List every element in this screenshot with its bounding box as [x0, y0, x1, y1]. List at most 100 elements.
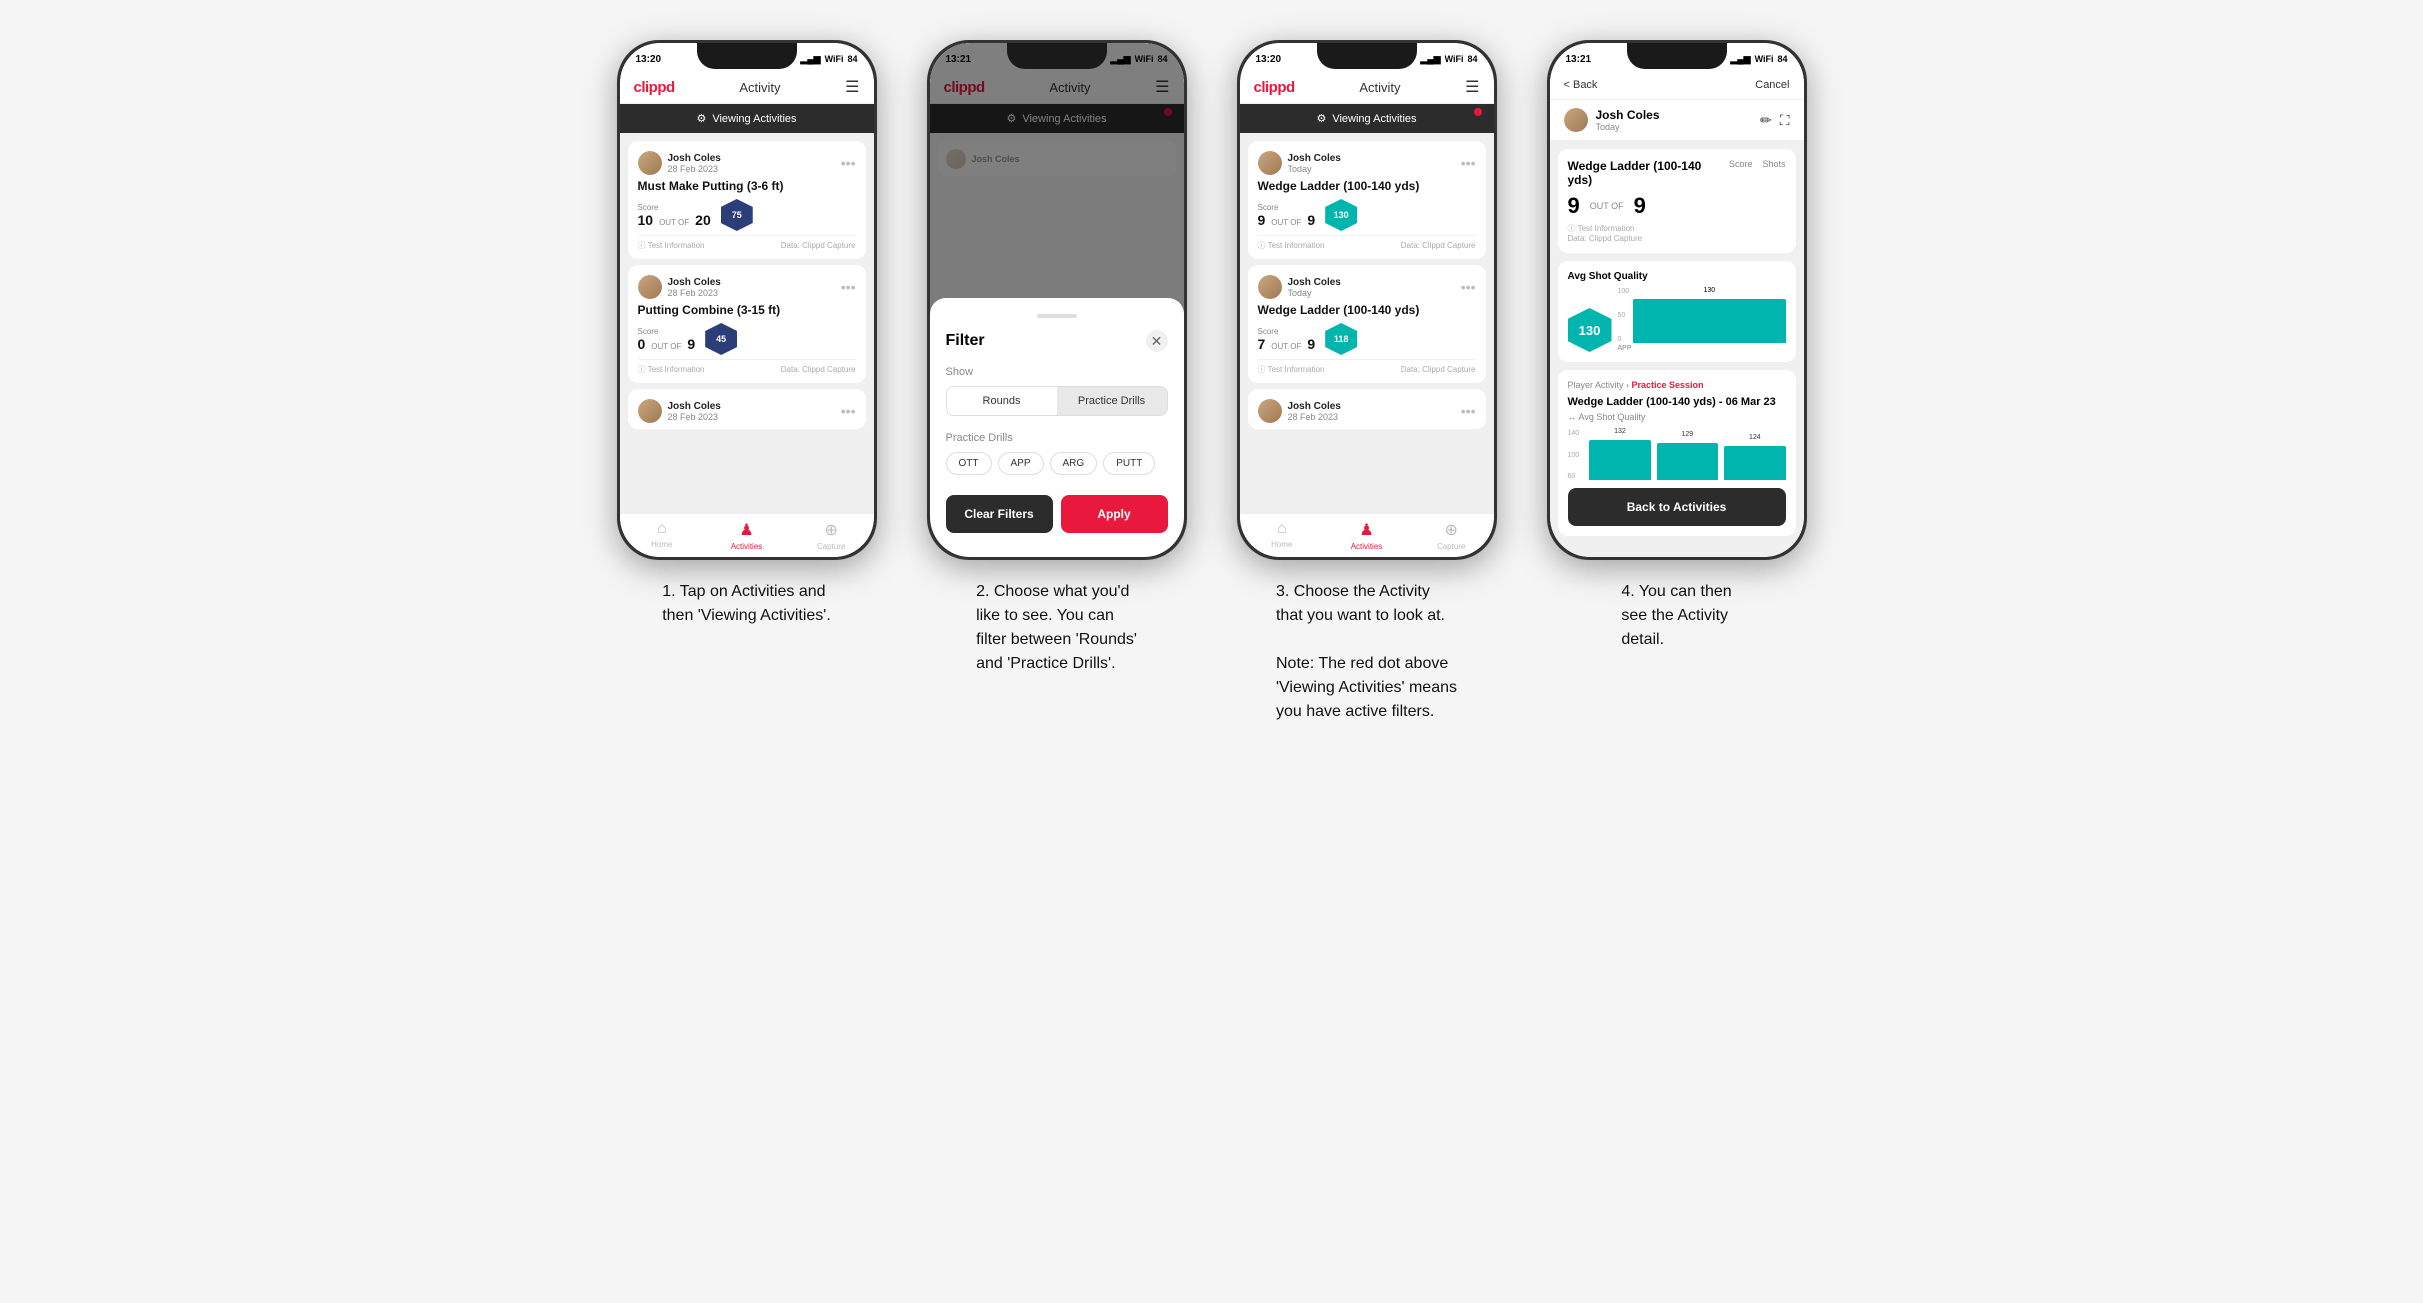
filter-sheet-2: Filter ✕ Show Rounds Practice Drills Pra…	[930, 298, 1184, 557]
apply-btn-2[interactable]: Apply	[1061, 495, 1168, 533]
clear-filters-btn-2[interactable]: Clear Filters	[946, 495, 1053, 533]
expand-icon-4[interactable]: ⛶	[1780, 112, 1790, 129]
user-text-1-1: Josh Coles 28 Feb 2023	[668, 153, 721, 174]
score-val-1-1: 10	[638, 212, 654, 228]
viewing-activities-bar-3[interactable]: ⚙ Viewing Activities	[1240, 104, 1494, 133]
dots-1-1[interactable]: •••	[841, 156, 856, 170]
test-info-4: ⓘ Test Information	[1568, 223, 1786, 234]
phone-3-column: 13:20 ▂▄▆ WiFi 84 clippd Activity ☰ ⚙	[1227, 40, 1507, 724]
drill-y-140: 140	[1568, 430, 1580, 437]
clippd-logo-1: clippd	[634, 79, 675, 96]
avatar-3-1	[1258, 151, 1282, 175]
shot-quality-hex-1-1: 75	[721, 199, 753, 231]
detail-content-4: Wedge Ladder (100-140 yds) Score Shots 9…	[1550, 141, 1804, 557]
bar-labels-4: APP	[1618, 345, 1786, 352]
activity-card-3-1[interactable]: Josh Coles Today ••• Wedge Ladder (100-1…	[1248, 141, 1486, 259]
dots-1-2[interactable]: •••	[841, 280, 856, 294]
practice-session-label-4: Player Activity › Practice Session	[1568, 380, 1786, 390]
avatar-3-2	[1258, 275, 1282, 299]
score-val-3-1: 9	[1258, 212, 1266, 228]
filter-pill-arg-2[interactable]: ARG	[1050, 452, 1098, 475]
avatar-1-2	[638, 275, 662, 299]
stats-line-3-2: 7 OUT OF 9	[1258, 336, 1316, 352]
phone-3-notch	[1317, 43, 1417, 69]
detail-actions-4: ✏ ⛶	[1760, 112, 1790, 129]
avatar-img-3-2	[1258, 275, 1282, 299]
detail-score-label-4: Score	[1729, 159, 1753, 187]
card-header-1-2: Josh Coles 28 Feb 2023 •••	[638, 275, 856, 299]
activity-card-1-2[interactable]: Josh Coles 28 Feb 2023 ••• Putting Combi…	[628, 265, 866, 383]
drill-bar-chart-4: 132 129 124	[1589, 430, 1785, 480]
activities-icon-1: ♟	[739, 520, 753, 540]
bottom-nav-1: ⌂ Home ♟ Activities ⊕ Capture	[620, 513, 874, 557]
viewing-label-3: Viewing Activities	[1332, 113, 1416, 125]
user-info-3-2: Josh Coles Today	[1258, 275, 1341, 299]
filter-handle-2	[1037, 314, 1077, 318]
user-info-1-2: Josh Coles 28 Feb 2023	[638, 275, 721, 299]
filter-header-2: Filter ✕	[946, 330, 1168, 352]
filter-close-btn-2[interactable]: ✕	[1146, 330, 1168, 352]
filter-practice-label-2: Practice Drills	[946, 432, 1168, 444]
filter-show-label-2: Show	[946, 366, 1168, 378]
nav-home-3[interactable]: ⌂ Home	[1240, 520, 1325, 551]
menu-icon-3[interactable]: ☰	[1465, 77, 1479, 97]
dots-1-3[interactable]: •••	[841, 404, 856, 418]
wifi-icon-3: WiFi	[1445, 54, 1464, 64]
drill-chart-wrap-4: 140 100 60 132 129	[1568, 430, 1786, 480]
score-block-3-2: Score 7 OUT OF 9	[1258, 327, 1316, 352]
chart-section-4: Avg Shot Quality 130 100 50 0	[1558, 261, 1796, 362]
filter-pill-ott-2[interactable]: OTT	[946, 452, 992, 475]
activity-card-1-1[interactable]: Josh Coles 28 Feb 2023 ••• Must Make Put…	[628, 141, 866, 259]
score-label-3-1: Score	[1258, 203, 1316, 212]
edit-icon-4[interactable]: ✏	[1760, 112, 1772, 129]
avatar-img-1-1	[638, 151, 662, 175]
user-date-3-1: Today	[1288, 164, 1341, 174]
nav-activities-1[interactable]: ♟ Activities	[704, 520, 789, 551]
nav-capture-1[interactable]: ⊕ Capture	[789, 520, 874, 551]
dots-3-1[interactable]: •••	[1461, 156, 1476, 170]
shot-quality-hex-1-2: 45	[705, 323, 737, 355]
nav-capture-3[interactable]: ⊕ Capture	[1409, 520, 1494, 551]
dots-3-3[interactable]: •••	[1461, 404, 1476, 418]
detail-drill-sub-4: ↔ Avg Shot Quality	[1568, 412, 1786, 422]
home-label-1: Home	[651, 540, 672, 549]
status-icons-4: ▂▄▆ WiFi 84	[1730, 54, 1787, 65]
back-btn-4[interactable]: < Back	[1564, 79, 1598, 91]
home-icon-3: ⌂	[1277, 520, 1287, 538]
activities-icon-3: ♟	[1359, 520, 1373, 540]
activity-title-1-2: Putting Combine (3-15 ft)	[638, 303, 856, 317]
filter-actions-2: Clear Filters Apply	[946, 495, 1168, 533]
footer-right-3-2: Data: Clippd Capture	[1401, 365, 1476, 374]
phone-4-notch	[1627, 43, 1727, 69]
card-header-1-1: Josh Coles 28 Feb 2023 •••	[638, 151, 856, 175]
user-date-1-1: 28 Feb 2023	[668, 164, 721, 174]
dots-3-2[interactable]: •••	[1461, 280, 1476, 294]
filter-tab-practice-2[interactable]: Practice Drills	[1057, 387, 1167, 415]
user-text-1-3: Josh Coles 28 Feb 2023	[668, 401, 721, 422]
user-text-3-1: Josh Coles Today	[1288, 153, 1341, 174]
activity-card-3-2[interactable]: Josh Coles Today ••• Wedge Ladder (100-1…	[1248, 265, 1486, 383]
top-nav-3: clippd Activity ☰	[1240, 71, 1494, 104]
shots-val-1-2: 9	[687, 336, 695, 352]
activity-card-1-3[interactable]: Josh Coles 28 Feb 2023 •••	[628, 389, 866, 429]
outof-3-2: OUT OF	[1271, 342, 1301, 351]
avatar-img-3-3	[1258, 399, 1282, 423]
filter-pill-putt-2[interactable]: PUTT	[1103, 452, 1155, 475]
y-100: 100	[1618, 288, 1630, 295]
nav-home-1[interactable]: ⌂ Home	[620, 520, 705, 551]
footer-right-1-2: Data: Clippd Capture	[781, 365, 856, 374]
data-clippd-4: Data: Clippd Capture	[1568, 234, 1786, 243]
signal-icon-4: ▂▄▆	[1730, 54, 1750, 65]
activity-card-3-3[interactable]: Josh Coles 28 Feb 2023 •••	[1248, 389, 1486, 429]
menu-icon-1[interactable]: ☰	[845, 77, 859, 97]
outof-1-1: OUT OF	[659, 218, 689, 227]
nav-activities-3[interactable]: ♟ Activities	[1324, 520, 1409, 551]
viewing-activities-bar-1[interactable]: ⚙ Viewing Activities	[620, 104, 874, 133]
filter-tab-rounds-2[interactable]: Rounds	[947, 387, 1057, 415]
time-4: 13:21	[1566, 54, 1592, 65]
cancel-btn-4[interactable]: Cancel	[1755, 79, 1789, 91]
filter-pill-app-2[interactable]: APP	[998, 452, 1044, 475]
signal-icon-1: ▂▄▆	[800, 54, 820, 65]
back-to-activities-btn-4[interactable]: Back to Activities	[1568, 488, 1786, 526]
filter-icon-1: ⚙	[696, 112, 706, 125]
